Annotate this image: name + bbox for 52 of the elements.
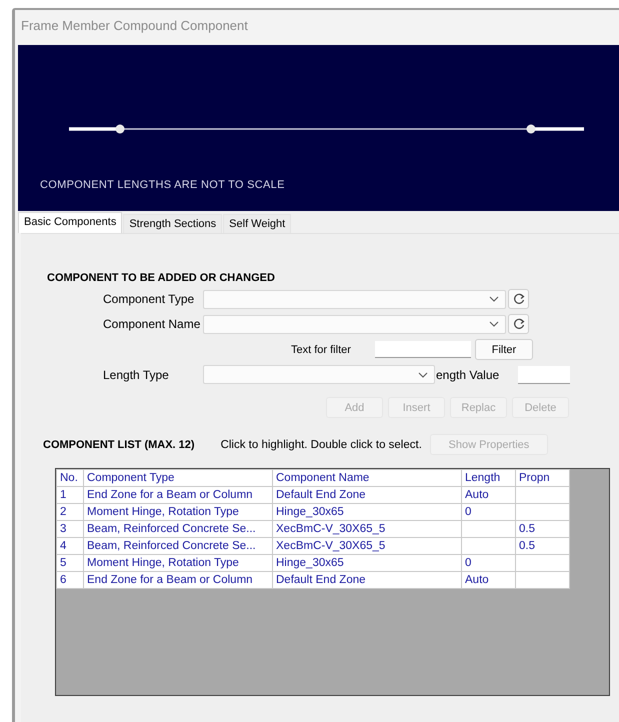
column-header: Component Name xyxy=(272,470,462,486)
column-header: Length xyxy=(462,470,516,486)
refresh-button[interactable] xyxy=(508,314,529,334)
table-cell: Hinge_30x65 xyxy=(272,554,462,572)
table-cell: Moment Hinge, Rotation Type xyxy=(84,504,272,520)
table-cell: Default End Zone xyxy=(272,486,462,504)
refresh-button[interactable] xyxy=(508,289,529,309)
field-label: Length Type xyxy=(103,368,170,382)
table-cell: Beam, Reinforced Concrete Se... xyxy=(84,538,272,554)
field-label: Component Type xyxy=(103,292,196,306)
column-header: No. xyxy=(56,470,84,486)
table-cell: 0 xyxy=(462,554,516,572)
table-cell: 5 xyxy=(56,554,84,572)
table-cell: Beam, Reinforced Concrete Se... xyxy=(84,520,272,538)
tab[interactable]: Self Weight xyxy=(223,214,292,233)
column-header: Component Type xyxy=(84,470,272,486)
caret-icon xyxy=(489,296,499,302)
table-cell: 0.5 xyxy=(516,538,570,554)
refresh-icon xyxy=(512,293,524,305)
table-cell: Hinge_30x65 xyxy=(272,504,462,520)
section-heading: COMPONENT LIST (MAX. 12) xyxy=(43,438,195,450)
caret-icon xyxy=(489,321,499,327)
column-header: Propn xyxy=(516,470,570,486)
field-label: Text for filter xyxy=(291,344,352,356)
table-cell: Moment Hinge, Rotation Type xyxy=(84,554,272,572)
table-cell: 0.5 xyxy=(516,520,570,538)
field-label: ength Value xyxy=(436,368,500,382)
table-cell: Default End Zone xyxy=(272,572,462,588)
tab[interactable]: Basic Components xyxy=(18,212,122,233)
table-cell: 4 xyxy=(56,538,84,554)
table-cell: Auto xyxy=(462,486,516,504)
window-title: Frame Member Compound Component xyxy=(20,17,249,35)
list-hint: Click to highlight. Double click to select. xyxy=(220,438,422,450)
table-cell: 3 xyxy=(56,520,84,538)
refresh-icon xyxy=(512,318,524,330)
field-label: Component Name xyxy=(103,317,202,331)
table-cell: End Zone for a Beam or Column xyxy=(84,572,272,588)
table-cell: XecBmC-V_30X65_5 xyxy=(272,538,462,554)
table-cell: End Zone for a Beam or Column xyxy=(84,486,272,504)
table-cell: 1 xyxy=(56,486,84,504)
filter-button[interactable]: Filter xyxy=(475,339,533,360)
table-cell: 2 xyxy=(56,504,84,520)
tab[interactable]: Strength Sections xyxy=(123,214,222,233)
caret-icon xyxy=(418,372,428,378)
table-cell: XecBmC-V_30X65_5 xyxy=(272,520,462,538)
filter-field[interactable] xyxy=(375,341,471,358)
table-cell: 0 xyxy=(462,504,516,520)
length-value-field[interactable] xyxy=(518,366,570,384)
table-cell: Auto xyxy=(462,572,516,588)
scale-note: COMPONENT LENGTHS ARE NOT TO SCALE xyxy=(40,179,285,191)
section-heading: COMPONENT TO BE ADDED OR CHANGED xyxy=(47,272,276,284)
table-cell: 6 xyxy=(56,572,84,588)
